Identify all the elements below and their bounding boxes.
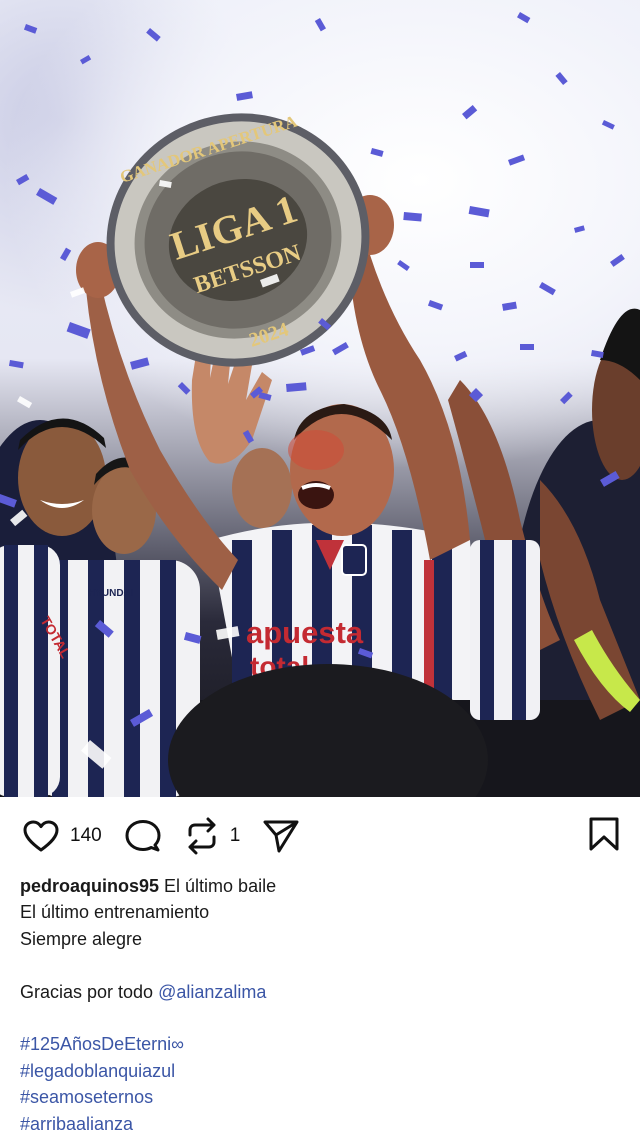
caption-line1-text: El último baile [159, 876, 277, 896]
hashtag-link[interactable]: #125AñosDeEterni [20, 1034, 171, 1054]
left-shirt-sponsor: HYUNDAI [88, 588, 134, 599]
infinity-icon: ∞ [171, 1034, 184, 1055]
save-button[interactable] [588, 816, 620, 857]
hashtag-link[interactable]: #legadoblanquiazul [20, 1058, 620, 1084]
post-actions-bar: 140 1 [0, 797, 640, 875]
caption-username[interactable]: pedroaquinos95 [20, 876, 159, 896]
comment-bubble-icon [125, 820, 161, 852]
post-caption: pedroaquinos95 El último baile El último… [20, 873, 620, 1137]
comment-button[interactable] [124, 818, 162, 854]
caption-line3: Siempre alegre [20, 928, 143, 949]
caption-thanks-line: Gracias por todo @alianzalima [20, 979, 620, 1005]
repost-icon [188, 817, 216, 855]
shirt-sponsor: apuesta [246, 615, 364, 650]
hashtag-link[interactable]: #arribaalianza [20, 1111, 620, 1137]
caption-line2: El último entrenamiento [20, 902, 210, 923]
caption-first-line: pedroaquinos95 El último baile [20, 873, 620, 899]
hashtag-link[interactable]: #seamoseternos [20, 1084, 620, 1110]
trophy: GANADOR APERTURA LIGA 1 BETSSON 2024 [106, 111, 370, 367]
celebration-illustration: HYUNDAI TOTAL apuesta total GANADOR APER… [0, 12, 640, 797]
hashtag-line: #125AñosDeEterni∞ [20, 1031, 620, 1057]
caption-thanks-text: Gracias por todo [20, 981, 159, 1002]
like-count: 140 [70, 825, 102, 846]
bookmark-icon [589, 817, 619, 850]
share-button[interactable] [262, 818, 300, 854]
repost-button[interactable]: 1 [184, 817, 241, 855]
send-icon [263, 820, 299, 853]
post-photo[interactable]: HYUNDAI TOTAL apuesta total GANADOR APER… [0, 0, 640, 797]
mention-alianzalima[interactable]: @alianzalima [158, 982, 266, 1002]
like-button[interactable]: 140 [22, 819, 102, 853]
heart-icon [23, 820, 59, 852]
repost-count: 1 [229, 825, 241, 846]
